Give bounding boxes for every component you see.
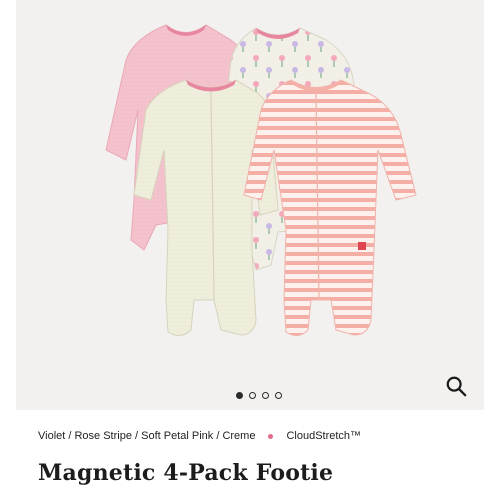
separator-dot	[268, 433, 274, 439]
zoom-button[interactable]	[442, 372, 470, 400]
carousel-dot-2[interactable]	[249, 392, 256, 399]
carousel-dot-4[interactable]	[275, 392, 282, 399]
product-title: Magnetic 4-Pack Footie	[38, 460, 334, 486]
search-icon	[446, 376, 467, 397]
fabric-text: CloudStretch™	[286, 430, 362, 442]
product-image-gallery[interactable]	[16, 0, 484, 410]
colorway-text: Violet / Rose Stripe / Soft Petal Pink /…	[38, 430, 256, 442]
carousel-pagination	[16, 392, 484, 402]
carousel-dot-3[interactable]	[262, 392, 269, 399]
product-meta: Violet / Rose Stripe / Soft Petal Pink /…	[38, 430, 484, 442]
carousel-dot-1[interactable]	[236, 392, 243, 399]
product-image[interactable]	[16, 0, 484, 410]
